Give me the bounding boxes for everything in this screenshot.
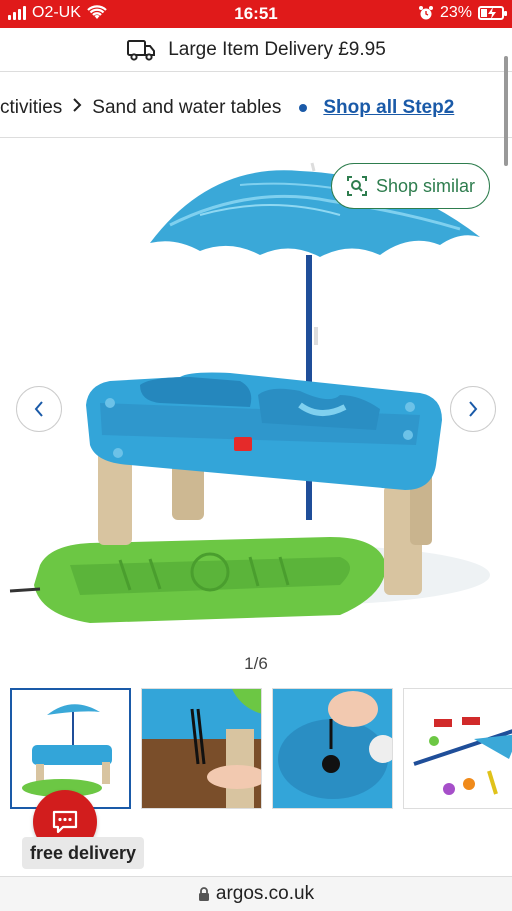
status-bar: O2-UK 16:51 23%: [0, 0, 512, 28]
delivery-banner[interactable]: Large Item Delivery £9.95: [0, 28, 512, 72]
product-image[interactable]: [0, 145, 512, 645]
status-right: 23%: [418, 4, 507, 22]
url-domain: argos.co.uk: [215, 883, 315, 904]
next-image-button[interactable]: [450, 386, 496, 432]
chat-icon: [52, 810, 78, 834]
lock-icon: [198, 886, 209, 901]
visual-search-icon: [346, 176, 367, 196]
breadcrumb-item-activities[interactable]: ctivities: [0, 97, 62, 119]
thumbnail-2[interactable]: [141, 688, 262, 809]
thumbnail-strip: [10, 688, 512, 810]
shop-all-link[interactable]: Shop all Step2: [323, 97, 454, 119]
bullet-dot: [299, 103, 308, 112]
chevron-right-icon: [469, 401, 478, 417]
chevron-right-icon: [72, 97, 82, 118]
alarm-icon: [418, 6, 433, 20]
delivery-text: Large Item Delivery £9.95: [168, 38, 386, 60]
breadcrumb: ctivities Sand and water tables Shop all…: [0, 78, 512, 138]
previous-image-button[interactable]: [16, 386, 62, 432]
chevron-left-icon: [34, 401, 43, 417]
breadcrumb-item-sand-water[interactable]: Sand and water tables: [92, 97, 281, 119]
image-counter: 1/6: [244, 654, 268, 673]
free-delivery-badge: free delivery: [22, 837, 145, 869]
shop-similar-button[interactable]: Shop similar: [330, 163, 490, 209]
battery-icon: [478, 6, 507, 20]
url-bar[interactable]: argos.co.uk: [0, 876, 512, 911]
thumbnail-4[interactable]: [403, 688, 512, 809]
truck-icon: [127, 39, 156, 61]
thumbnail-3[interactable]: [272, 688, 393, 809]
battery-percent: 23%: [439, 4, 472, 21]
shop-similar-label: Shop similar: [375, 175, 475, 196]
